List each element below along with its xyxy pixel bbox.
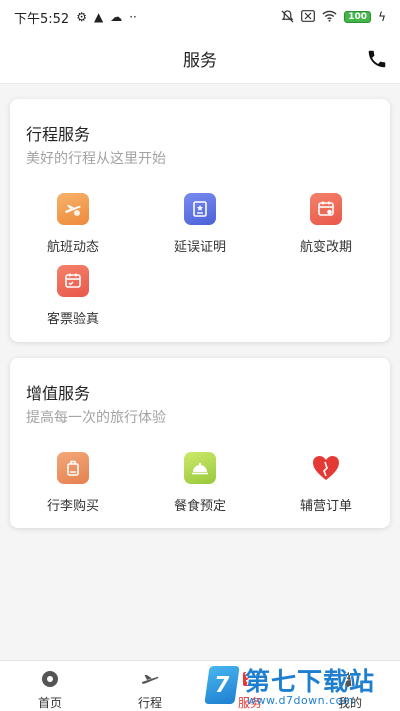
wifi-icon (322, 10, 337, 24)
battery-indicator: 100 (344, 11, 372, 23)
reschedule-icon (310, 193, 342, 225)
sim-icon (301, 10, 316, 24)
flight-status-icon (57, 193, 89, 225)
charging-icon: ϟ (378, 10, 386, 24)
phone-icon[interactable] (366, 48, 388, 70)
meal-icon (184, 452, 216, 484)
plane-icon (142, 675, 159, 684)
tab-profile[interactable]: 我的 (300, 661, 400, 711)
value-added-service-card: 增值服务 提高每一次的旅行体验 行李购买 餐食预定 辅营订单 (10, 358, 390, 528)
card-subtitle: 提高每一次的旅行体验 (26, 410, 166, 426)
service-label: 客票验真 (46, 312, 99, 327)
service-reschedule[interactable]: 航变改期 (271, 193, 381, 255)
profile-icon (343, 672, 357, 687)
tab-home[interactable]: 首页 (0, 661, 100, 711)
service-label: 辅营订单 (299, 499, 352, 514)
card-subtitle: 美好的行程从这里开始 (26, 151, 166, 167)
service-label: 航班动态 (46, 240, 99, 255)
app-header: 服务 (0, 34, 400, 84)
service-icon (243, 672, 257, 686)
tab-label: 行程 (137, 696, 162, 710)
service-label: 航变改期 (299, 240, 352, 255)
more-dots-icon: ·· (129, 10, 137, 24)
luggage-icon (57, 452, 89, 484)
service-delay-certificate[interactable]: 延误证明 (145, 193, 255, 255)
tab-label: 首页 (37, 696, 62, 710)
service-ticket-verify[interactable]: 客票验真 (18, 265, 128, 327)
heart-icon (310, 452, 342, 484)
warning-icon: ▲ (93, 10, 104, 24)
gear-icon: ⚙ (76, 10, 87, 24)
service-label: 行李购买 (46, 499, 99, 514)
card-title: 增值服务 (26, 384, 91, 403)
tab-label: 我的 (337, 696, 362, 710)
service-meal[interactable]: 餐食预定 (145, 452, 255, 514)
service-flight-status[interactable]: 航班动态 (18, 193, 128, 255)
mute-icon (281, 9, 294, 25)
service-luggage[interactable]: 行李购买 (18, 452, 128, 514)
home-icon (42, 671, 58, 687)
tab-service[interactable]: 服务 (200, 661, 300, 711)
itinerary-service-card: 行程服务 美好的行程从这里开始 航班动态 延误证明 航变改期 客票验真 (10, 99, 390, 342)
page-title: 服务 (183, 51, 217, 71)
service-ancillary-orders[interactable]: 辅营订单 (271, 452, 381, 514)
tab-label: 服务 (237, 696, 262, 710)
status-bar: 下午5:52 ⚙ ▲ ☁ ·· 100 ϟ (0, 0, 400, 34)
ticket-verify-icon (57, 265, 89, 297)
delay-certificate-icon (184, 193, 216, 225)
cloud-icon: ☁ (110, 10, 123, 24)
service-label: 餐食预定 (173, 499, 226, 514)
card-title: 行程服务 (26, 125, 91, 144)
bottom-tab-bar: 首页 行程 服务 我的 (0, 660, 400, 711)
tab-itinerary[interactable]: 行程 (100, 661, 200, 711)
service-label: 延误证明 (173, 240, 226, 255)
status-time: 下午5:52 (14, 11, 70, 27)
